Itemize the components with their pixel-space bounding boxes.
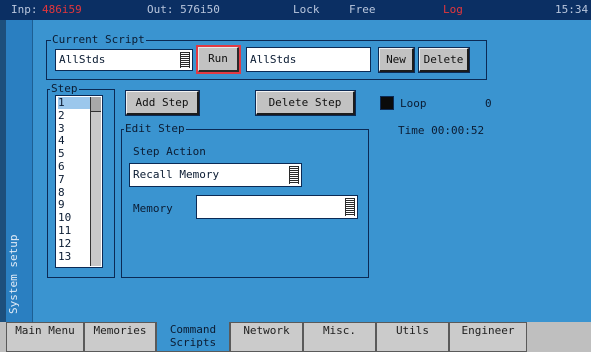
tab-misc[interactable]: Misc. <box>303 322 376 352</box>
loop-label: Loop <box>400 97 427 110</box>
loop-checkbox[interactable] <box>380 96 394 110</box>
dropdown-grip-icon[interactable] <box>345 198 355 216</box>
delete-step-button[interactable]: Delete Step <box>255 90 356 116</box>
script-select[interactable]: AllStds <box>55 49 193 71</box>
memory-label: Memory <box>133 202 173 215</box>
step-item[interactable]: 3 <box>58 122 92 135</box>
log-indicator[interactable]: Log <box>443 0 463 20</box>
step-item[interactable]: 11 <box>58 224 92 237</box>
step-item[interactable]: 4 <box>58 134 92 147</box>
script-name-input[interactable]: AllStds <box>246 47 371 72</box>
step-item[interactable]: 12 <box>58 237 92 250</box>
step-item[interactable]: 5 <box>58 147 92 160</box>
clock: 15:34 <box>555 3 589 16</box>
status-bar: Inp: 486i59 Out: 576i50 Lock Free Log 15… <box>0 0 591 20</box>
tab-network[interactable]: Network <box>230 322 303 352</box>
step-legend: Step <box>50 82 79 95</box>
step-item[interactable]: 8 <box>58 186 92 199</box>
script-name-value: AllStds <box>250 53 297 66</box>
script-select-value: AllStds <box>59 53 106 66</box>
step-item[interactable]: 6 <box>58 160 92 173</box>
step-scrollbar[interactable] <box>90 97 101 266</box>
step-item[interactable]: 10 <box>58 211 92 224</box>
side-panel: System setup <box>6 20 33 322</box>
lock-indicator: Lock <box>293 3 320 16</box>
free-indicator: Free <box>349 3 376 16</box>
step-action-select[interactable]: Recall Memory <box>129 163 302 187</box>
edit-step-legend: Edit Step <box>124 122 186 135</box>
step-item[interactable]: 7 <box>58 173 92 186</box>
step-item[interactable]: 2 <box>58 109 92 122</box>
input-label: Inp: <box>11 3 38 16</box>
output-format: Out: 576i50 <box>147 3 220 16</box>
step-action-value: Recall Memory <box>133 168 220 181</box>
loop-time: Time 00:00:52 <box>398 124 485 137</box>
memory-select[interactable] <box>196 195 358 219</box>
new-script-button[interactable]: New <box>378 47 415 73</box>
side-panel-label: System setup <box>7 234 20 314</box>
tab-utils[interactable]: Utils <box>376 322 449 352</box>
run-button[interactable]: Run <box>196 45 241 74</box>
tab-engineer[interactable]: Engineer <box>449 322 527 352</box>
step-list[interactable]: 1 2 3 4 5 6 7 8 9 10 11 12 13 <box>55 95 103 268</box>
current-script-legend: Current Script <box>51 33 146 46</box>
add-step-button[interactable]: Add Step <box>125 90 200 116</box>
delete-script-button[interactable]: Delete <box>418 47 470 73</box>
step-item[interactable]: 1 <box>58 96 92 110</box>
step-scroll-thumb[interactable] <box>91 97 101 112</box>
dropdown-grip-icon[interactable] <box>180 52 190 68</box>
loop-count: 0 <box>485 97 492 110</box>
step-item[interactable]: 9 <box>58 198 92 211</box>
tab-memories[interactable]: Memories <box>84 322 156 352</box>
step-action-label: Step Action <box>133 145 206 158</box>
tab-bar: Main Menu Memories Command Scripts Netwo… <box>0 322 591 352</box>
system-setup-screen: Inp: 486i59 Out: 576i50 Lock Free Log 15… <box>0 0 591 352</box>
tab-main-menu[interactable]: Main Menu <box>6 322 84 352</box>
step-item[interactable]: 13 <box>58 250 92 263</box>
input-format: 486i59 <box>42 3 82 16</box>
tab-command-scripts[interactable]: Command Scripts <box>156 322 230 352</box>
dropdown-grip-icon[interactable] <box>289 166 299 184</box>
